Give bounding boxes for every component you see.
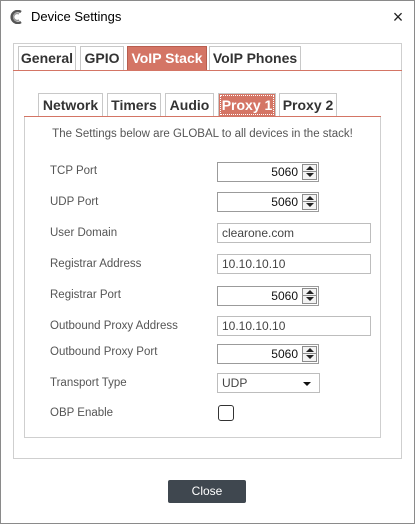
- transport-type-select[interactable]: UDP: [217, 373, 320, 393]
- transport-type-value: UDP: [222, 376, 248, 390]
- user-domain-label: User Domain: [50, 227, 118, 239]
- dropdown-arrow-icon: [303, 382, 311, 386]
- registrar-port-label: Registrar Port: [50, 289, 121, 301]
- spin-up-icon[interactable]: [303, 289, 316, 296]
- tab-voip-phones[interactable]: VoIP Phones: [209, 46, 301, 70]
- registrar-port-value: 5060: [271, 289, 298, 303]
- tab-general[interactable]: General: [18, 46, 76, 70]
- top-tab-underline: [13, 70, 402, 71]
- clearone-logo-icon: [10, 9, 24, 25]
- title-bar: Device Settings ×: [1, 1, 414, 33]
- global-settings-notice: The Settings below are GLOBAL to all dev…: [52, 128, 353, 140]
- tab-gpio[interactable]: GPIO: [80, 46, 124, 70]
- udp-port-spin-buttons[interactable]: [302, 194, 317, 210]
- tcp-port-spin-buttons[interactable]: [302, 164, 317, 180]
- device-settings-window: Device Settings × General GPIO VoIP Stac…: [0, 0, 415, 524]
- outbound-proxy-address-label: Outbound Proxy Address: [50, 320, 178, 332]
- close-button[interactable]: Close: [168, 480, 246, 503]
- spin-up-icon[interactable]: [303, 165, 316, 172]
- window-close-button[interactable]: ×: [382, 1, 414, 33]
- outbound-proxy-port-value: 5060: [271, 347, 298, 361]
- outbound-proxy-address-input[interactable]: 10.10.10.10: [217, 316, 371, 336]
- outbound-proxy-port-spin-buttons[interactable]: [302, 346, 317, 362]
- spin-down-icon[interactable]: [303, 202, 316, 209]
- transport-type-label: Transport Type: [50, 377, 127, 389]
- spin-up-icon[interactable]: [303, 347, 316, 354]
- outbound-proxy-port-label: Outbound Proxy Port: [50, 346, 158, 358]
- outbound-proxy-port-stepper[interactable]: 5060: [217, 344, 319, 364]
- registrar-address-label: Registrar Address: [50, 258, 142, 270]
- user-domain-input[interactable]: clearone.com: [217, 223, 371, 243]
- obp-enable-checkbox[interactable]: [218, 405, 234, 421]
- spin-up-icon[interactable]: [303, 195, 316, 202]
- tab-audio[interactable]: Audio: [165, 93, 214, 117]
- registrar-port-stepper[interactable]: 5060: [217, 286, 319, 306]
- window-title: Device Settings: [31, 9, 122, 24]
- udp-port-stepper[interactable]: 5060: [217, 192, 319, 212]
- spin-down-icon[interactable]: [303, 172, 316, 179]
- tab-voip-stack[interactable]: VoIP Stack: [127, 46, 207, 70]
- sub-tab-underline: [24, 116, 381, 117]
- registrar-port-spin-buttons[interactable]: [302, 288, 317, 304]
- tab-network[interactable]: Network: [38, 93, 103, 117]
- tab-proxy-1[interactable]: Proxy 1: [218, 93, 276, 117]
- obp-enable-label: OBP Enable: [50, 407, 114, 419]
- spin-down-icon[interactable]: [303, 354, 316, 361]
- tcp-port-stepper[interactable]: 5060: [217, 162, 319, 182]
- registrar-address-input[interactable]: 10.10.10.10: [217, 254, 371, 274]
- udp-port-value: 5060: [271, 195, 298, 209]
- tab-timers[interactable]: Timers: [107, 93, 161, 117]
- udp-port-label: UDP Port: [50, 196, 99, 208]
- tcp-port-value: 5060: [271, 165, 298, 179]
- tcp-port-label: TCP Port: [50, 165, 98, 177]
- tab-proxy-2[interactable]: Proxy 2: [279, 93, 337, 117]
- spin-down-icon[interactable]: [303, 296, 316, 303]
